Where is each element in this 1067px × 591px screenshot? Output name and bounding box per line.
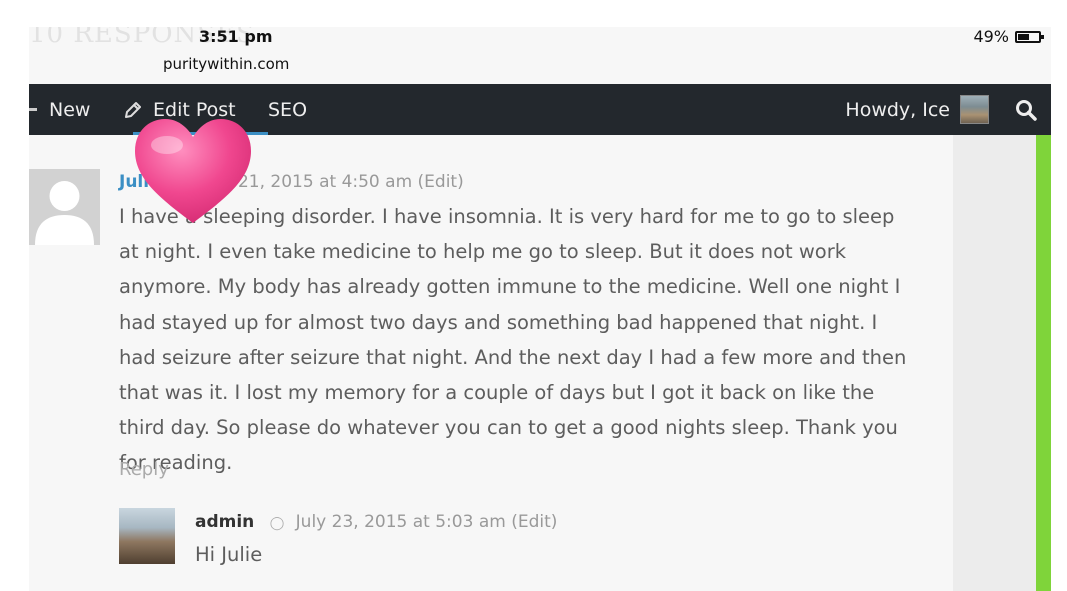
reply-text: Hi Julie: [195, 543, 263, 566]
default-user-icon: [35, 181, 94, 245]
battery-icon: [1015, 30, 1044, 43]
reply-date[interactable]: July 23, 2015 at 5:03 am: [296, 512, 506, 532]
new-button[interactable]: New: [29, 84, 90, 135]
sidebar-strip: [953, 135, 1036, 591]
howdy-label: Howdy, Ice: [845, 98, 950, 121]
reply-author[interactable]: admin: [195, 512, 254, 532]
comment-edit-link[interactable]: (Edit): [418, 172, 464, 192]
address-url[interactable]: puritywithin.com: [163, 55, 289, 73]
status-time: 3:51 pm: [199, 27, 273, 46]
comment-avatar: [29, 169, 100, 245]
clock-icon: ◯: [269, 516, 285, 531]
battery-status: 49%: [973, 27, 1044, 46]
green-accent-bar: [1036, 135, 1051, 591]
user-account-menu[interactable]: Howdy, Ice: [845, 84, 989, 135]
new-label: New: [49, 98, 91, 121]
user-avatar: [960, 95, 989, 124]
plus-icon: [29, 108, 37, 111]
reply-link[interactable]: Reply: [119, 459, 169, 480]
battery-percent: 49%: [973, 27, 1009, 46]
seo-menu[interactable]: SEO: [268, 84, 307, 135]
admin-avatar: [119, 508, 175, 564]
phone-screen: 10 RESPONSES 3:51 pm puritywithin.com 49…: [29, 27, 1051, 591]
comment-text: I have a sleeping disorder. I have insom…: [119, 205, 907, 475]
heart-sticker-icon: [135, 119, 251, 223]
reply-meta: admin ◯ July 23, 2015 at 5:03 am (Edit): [195, 512, 557, 532]
reply-edit-link[interactable]: (Edit): [511, 512, 557, 532]
search-icon: [1016, 99, 1037, 121]
search-button[interactable]: [1015, 84, 1037, 135]
